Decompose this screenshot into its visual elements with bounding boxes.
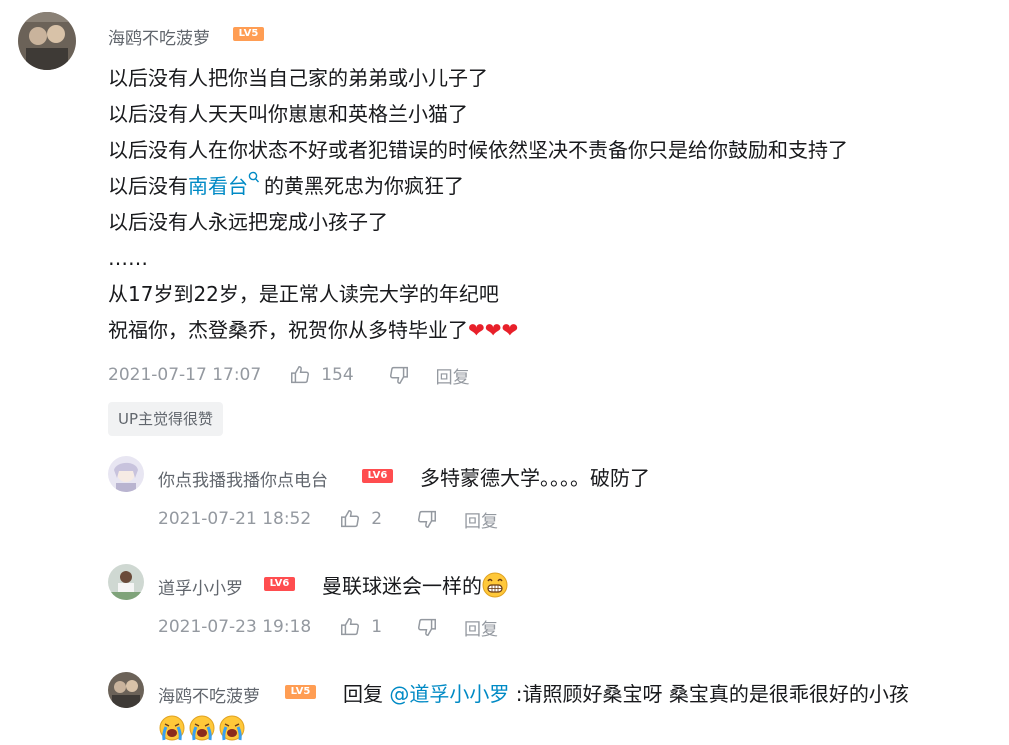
avatar[interactable] — [18, 12, 76, 70]
avatar[interactable] — [108, 672, 144, 708]
search-icon — [248, 171, 260, 183]
level-badge: LV5 — [285, 685, 316, 699]
reply-button[interactable]: 回复 — [464, 615, 498, 640]
comment-line: 以后没有南看台 的黄黑死忠为你疯狂了 — [108, 168, 848, 204]
grin-emoji — [482, 572, 508, 598]
reply-text: :请照顾好桑宝呀 桑宝真的是很乖很好的小孩 — [515, 682, 909, 706]
thumbs-down-icon — [389, 366, 408, 384]
dislike-button[interactable] — [388, 364, 410, 386]
timestamp: 2021-07-23 19:18 — [158, 617, 312, 637]
username[interactable]: 海鸥不吃菠萝 — [108, 24, 210, 49]
comment-line: 从17岁到22岁，是正常人读完大学的年纪吧 — [108, 282, 499, 306]
comment-text: 以后没有 — [108, 174, 188, 198]
avatar[interactable] — [108, 564, 144, 600]
comment-text: 的黄黑死忠为你疯狂了 — [264, 174, 464, 198]
reply-content: 曼联球迷会一样的 — [322, 570, 508, 599]
username[interactable]: 海鸥不吃菠萝 — [158, 682, 260, 707]
username[interactable]: 你点我播我播你点电台 — [158, 466, 328, 491]
avatar[interactable] — [108, 456, 144, 492]
topic-link[interactable]: 南看台 — [188, 174, 248, 198]
thumbs-down-icon — [418, 618, 437, 636]
mention-link[interactable]: @道孚小小罗 — [389, 682, 509, 706]
heart-emoji: ❤❤❤ — [468, 318, 519, 342]
level-badge: LV6 — [264, 577, 295, 591]
crying-emoji — [219, 715, 245, 741]
like-button[interactable]: 2 — [339, 508, 416, 530]
reply-button[interactable]: 回复 — [464, 507, 498, 532]
dislike-button[interactable] — [416, 616, 438, 638]
like-count: 2 — [371, 509, 383, 529]
crying-emoji — [189, 715, 215, 741]
comment-line: …… — [108, 246, 148, 270]
reply-meta: 2021-07-21 18:52 2 回复 — [158, 506, 498, 532]
like-count: 1 — [371, 617, 383, 637]
comment-line: 以后没有人把你当自己家的弟弟或小儿子了 — [108, 66, 488, 90]
like-button[interactable]: 1 — [339, 616, 416, 638]
thumbs-up-icon — [291, 366, 310, 384]
dislike-button[interactable] — [416, 508, 438, 530]
comment-line: 以后没有人在你状态不好或者犯错误的时候依然坚决不责备你只是给你鼓励和支持了 — [108, 138, 848, 162]
reply-prefix: 回复 — [343, 682, 383, 706]
comment-meta: 2021-07-17 17:07 154 回复 — [108, 362, 470, 388]
reply-content: 回复 @道孚小小罗 :请照顾好桑宝呀 桑宝真的是很乖很好的小孩 — [343, 678, 909, 707]
reply-content: 多特蒙德大学。。。。破防了 — [420, 466, 650, 490]
up-liked-badge: UP主觉得很赞 — [108, 402, 224, 436]
comment-content: 以后没有人把你当自己家的弟弟或小儿子了 以后没有人天天叫你崽崽和英格兰小猫了 以… — [108, 60, 848, 348]
comment-line: 祝福你，杰登桑乔，祝贺你从多特毕业了❤❤❤ — [108, 312, 848, 348]
emoji-row — [158, 714, 248, 744]
comment-line: 以后没有人永远把宠成小孩子了 — [108, 210, 388, 234]
thumbs-up-icon — [341, 510, 360, 528]
username[interactable]: 道孚小小罗 — [158, 574, 243, 599]
thumbs-down-icon — [418, 510, 437, 528]
reply-text: 曼联球迷会一样的 — [322, 574, 482, 598]
reply-button[interactable]: 回复 — [436, 363, 470, 388]
comment-text: 祝福你，杰登桑乔，祝贺你从多特毕业了 — [108, 318, 468, 342]
like-count: 154 — [321, 365, 354, 385]
reply-meta: 2021-07-23 19:18 1 回复 — [158, 614, 498, 640]
comment-line: 以后没有人天天叫你崽崽和英格兰小猫了 — [108, 102, 468, 126]
thumbs-up-icon — [341, 618, 360, 636]
crying-emoji — [159, 715, 185, 741]
level-badge: LV5 — [233, 27, 264, 41]
level-badge: LV6 — [362, 469, 393, 483]
timestamp: 2021-07-17 17:07 — [108, 365, 262, 385]
like-button[interactable]: 154 — [289, 364, 387, 386]
timestamp: 2021-07-21 18:52 — [158, 509, 312, 529]
